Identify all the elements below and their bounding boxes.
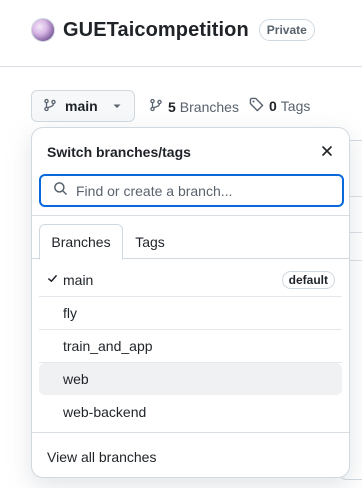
branch-name: web — [63, 371, 89, 387]
tags-link[interactable]: 0 Tags — [249, 97, 310, 115]
view-all-branches-link[interactable]: View all branches — [47, 449, 156, 465]
tag-icon — [249, 97, 264, 115]
branch-switch-dropdown: Switch branches/tags Branches Tags main … — [31, 127, 350, 478]
branches-count: 5 — [168, 98, 176, 115]
default-badge: default — [281, 271, 335, 289]
branch-name: fly — [63, 305, 77, 321]
branch-tag-tabs: Branches Tags — [32, 224, 349, 260]
branch-item-fly[interactable]: fly — [39, 297, 342, 329]
background-divider — [350, 232, 362, 233]
current-branch-label: main — [65, 98, 98, 114]
close-button[interactable] — [319, 143, 335, 159]
footer-divider — [32, 432, 349, 433]
owner-avatar[interactable] — [31, 18, 55, 42]
tags-word: Tags — [280, 98, 311, 114]
branch-list: main default fly train_and_app web web-b… — [32, 264, 349, 428]
branch-item-main[interactable]: main default — [39, 264, 342, 296]
search-divider — [32, 215, 349, 216]
header-divider — [0, 66, 362, 67]
background-divider — [350, 260, 362, 261]
close-icon — [322, 146, 332, 156]
git-branch-icon — [149, 97, 163, 116]
tab-branches[interactable]: Branches — [39, 224, 123, 260]
repo-name[interactable]: GUETaicompetition — [63, 19, 249, 42]
check-icon — [47, 273, 58, 287]
branches-link[interactable]: 5 Branches — [149, 97, 239, 116]
search-icon — [53, 181, 68, 201]
tab-tags[interactable]: Tags — [126, 224, 174, 259]
dropdown-title: Switch branches/tags — [47, 144, 191, 160]
branch-item-web-backend[interactable]: web-backend — [39, 396, 342, 428]
branch-name: web-backend — [63, 404, 147, 420]
git-branch-icon — [43, 97, 57, 116]
visibility-badge: Private — [258, 19, 315, 41]
branches-word: Branches — [179, 98, 239, 115]
branch-item-train-and-app[interactable]: train_and_app — [39, 330, 342, 362]
branch-name: train_and_app — [63, 338, 153, 354]
background-divider — [350, 196, 362, 197]
branch-search-field[interactable] — [39, 174, 344, 207]
tags-count: 0 — [269, 98, 277, 114]
branch-item-web[interactable]: web — [39, 363, 342, 395]
triangle-down-icon — [112, 98, 122, 114]
branch-search-input[interactable] — [76, 182, 326, 199]
branch-selector-button[interactable]: main — [31, 90, 135, 122]
branch-name: main — [63, 272, 94, 288]
repo-header: GUETaicompetition Private — [31, 18, 315, 42]
